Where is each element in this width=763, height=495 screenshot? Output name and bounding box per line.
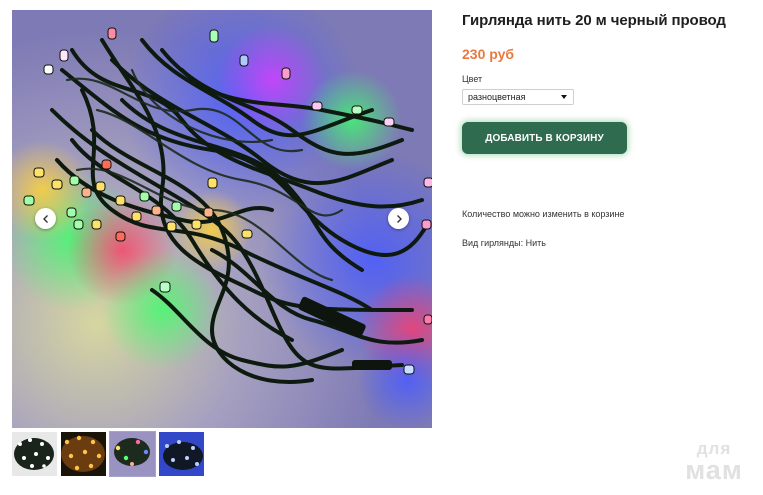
garland-photo (12, 10, 432, 428)
thumbnail-3[interactable] (109, 431, 156, 477)
thumbnail-strip (12, 431, 204, 477)
chevron-right-icon (396, 214, 402, 223)
watermark-logo: для мам (676, 440, 752, 484)
thumbnail-image-blue (159, 432, 204, 476)
thumbnail-1[interactable] (12, 432, 57, 476)
color-select-value: разноцветная (468, 92, 526, 102)
gallery-next-button[interactable] (388, 208, 409, 229)
thumbnail-4[interactable] (159, 432, 204, 476)
product-main-image (12, 10, 432, 428)
thumbnail-image-white (12, 432, 57, 476)
chevron-left-icon (42, 214, 48, 223)
thumbnail-image-warm (61, 432, 106, 476)
product-price: 230 руб (462, 46, 515, 62)
watermark-line-2: мам (685, 455, 743, 485)
color-option-label: Цвет (462, 74, 483, 84)
gallery-prev-button[interactable] (35, 208, 56, 229)
caret-down-icon (561, 95, 567, 99)
color-select[interactable]: разноцветная (462, 89, 574, 105)
quantity-note: Количество можно изменить в корзине (462, 209, 625, 219)
product-title: Гирлянда нить 20 м черный провод (462, 12, 726, 29)
garland-type-attribute: Вид гирлянды: Нить (462, 238, 546, 248)
thumbnail-2[interactable] (61, 432, 106, 476)
add-to-cart-button[interactable]: ДОБАВИТЬ В КОРЗИНУ (462, 122, 627, 154)
thumbnail-image-multicolor (110, 432, 155, 476)
